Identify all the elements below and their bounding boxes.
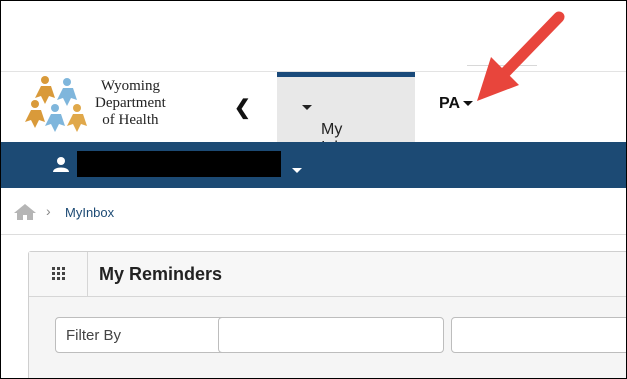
wyoming-doh-logo[interactable]: Wyoming Department of Health: [25, 74, 175, 138]
breadcrumb: › MyInbox: [1, 199, 626, 225]
tab-pa[interactable]: PA: [439, 95, 474, 113]
logo-line-3: of Health: [102, 112, 159, 128]
divider: [1, 234, 626, 235]
filter-bar: Filter By: [29, 297, 626, 378]
logo-text: Wyoming Department of Health: [95, 78, 166, 129]
tab-my-inbox[interactable]: My Inbox: [277, 72, 415, 156]
red-arrow-annotation-icon: [477, 11, 565, 101]
logo-line-1: Wyoming: [100, 78, 160, 94]
logo-figures-icon: [25, 76, 87, 132]
collapse-nav-button[interactable]: ❮: [234, 95, 251, 120]
panel-title: My Reminders: [99, 264, 223, 284]
panel-header: My Reminders: [29, 252, 626, 297]
filter-by-label: Filter By: [66, 327, 122, 344]
caret-down-icon: [302, 105, 312, 111]
user-bar: [1, 142, 626, 188]
reminders-panel: My Reminders Filter By: [28, 251, 626, 378]
filter-by-select[interactable]: Filter By: [55, 317, 239, 353]
breadcrumb-separator: ›: [46, 203, 51, 219]
home-icon[interactable]: [13, 203, 37, 221]
filter-value-input[interactable]: [218, 317, 444, 353]
grid-icon: [52, 267, 65, 280]
breadcrumb-myinbox-link[interactable]: MyInbox: [65, 205, 114, 220]
app-window: Wyoming Department of Health ❮ My Inbox …: [0, 0, 627, 379]
tab-pa-label: PA: [439, 95, 461, 112]
user-menu-caret-icon[interactable]: [289, 162, 302, 180]
user-icon: [53, 157, 69, 172]
search-input[interactable]: [451, 317, 626, 353]
user-name-redacted[interactable]: [77, 151, 281, 177]
logo-line-2: Department: [95, 95, 166, 111]
grid-menu-button[interactable]: [29, 252, 88, 296]
